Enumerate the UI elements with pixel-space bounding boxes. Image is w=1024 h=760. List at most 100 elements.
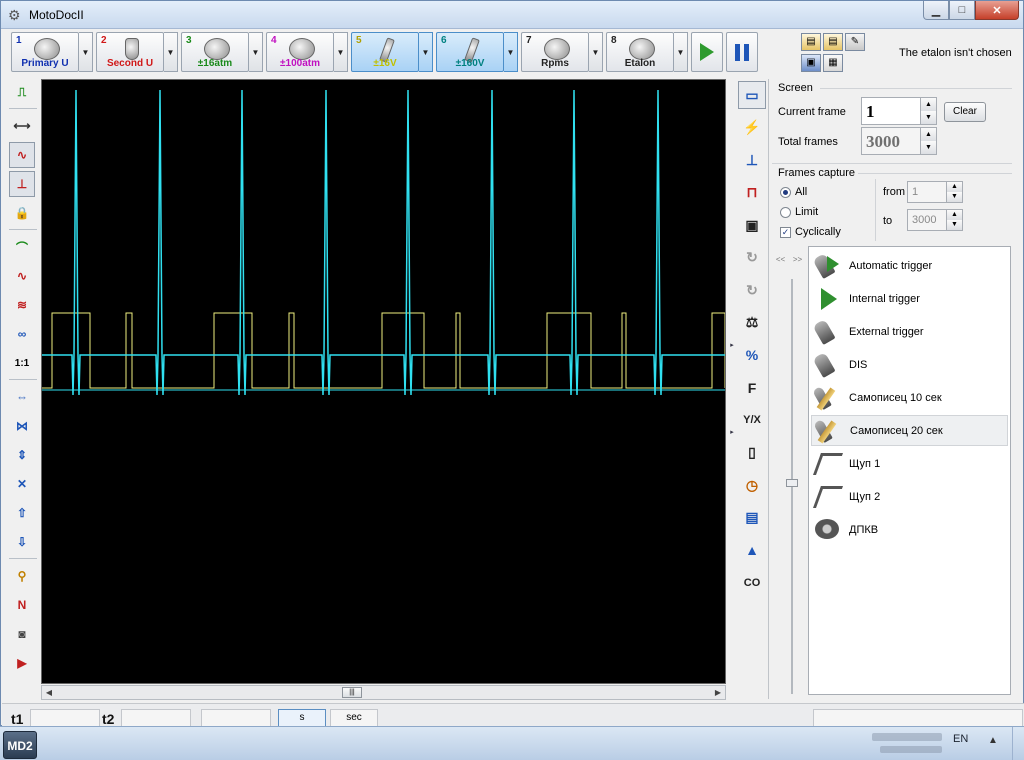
panel-collapse-handle[interactable]: ▸ ▸	[728, 341, 736, 436]
capture-limit-option[interactable]: Limit	[780, 206, 818, 218]
channel-5-button[interactable]: 5 ±16V	[351, 32, 419, 72]
channel-6-dropdown[interactable]: ▼	[504, 32, 518, 72]
zoom-icon[interactable]: ⚲	[9, 563, 35, 589]
horizontal-scrollbar[interactable]: ◀ ||| ▶	[41, 685, 726, 700]
from-spinner[interactable]: 1 ▲ ▼	[907, 181, 963, 203]
overlay-wave-icon[interactable]: ∞	[9, 321, 35, 347]
spin-down-icon[interactable]: ▼	[946, 192, 962, 202]
wrench-icon[interactable]: ✎	[845, 33, 865, 51]
multi-wave-icon[interactable]: ≋	[9, 292, 35, 318]
balance-icon[interactable]: ⚖	[738, 309, 766, 337]
open-folder-icon[interactable]: ▤	[801, 33, 821, 51]
channel-5-dropdown[interactable]: ▼	[419, 32, 433, 72]
compress-vertical-icon[interactable]: ✕	[9, 471, 35, 497]
signal-wave-icon[interactable]: ∿	[9, 142, 35, 168]
minimize-button[interactable]: ▁	[923, 1, 949, 20]
open-folder-alt-icon[interactable]: ▤	[823, 33, 843, 51]
trigger-item[interactable]: Щуп 2	[811, 481, 1008, 512]
to-value[interactable]: 3000	[912, 214, 936, 226]
oscilloscope-display[interactable]	[41, 79, 726, 684]
channel-4-dropdown[interactable]: ▼	[334, 32, 348, 72]
play-button[interactable]	[691, 32, 723, 72]
spin-up-icon[interactable]: ▲	[920, 98, 936, 111]
spin-up-icon[interactable]: ▲	[946, 210, 962, 220]
trigger-item[interactable]: Самописец 20 сек	[811, 415, 1008, 446]
waveform-icon[interactable]: ▲	[738, 536, 766, 564]
cycle-mode-icon[interactable]: ⎍	[9, 79, 35, 105]
language-indicator[interactable]: EN	[953, 733, 968, 745]
sine-wave-icon[interactable]: ∿	[9, 263, 35, 289]
clear-button[interactable]: Clear	[944, 102, 986, 122]
export-icon[interactable]: ▶	[9, 650, 35, 676]
channel-7-dropdown[interactable]: ▼	[589, 32, 603, 72]
scroll-thumb[interactable]: |||	[342, 687, 362, 698]
one-to-one-icon[interactable]: 1:1	[9, 350, 35, 376]
scroll-right-icon[interactable]: ▶	[711, 686, 725, 699]
peak-marker-icon[interactable]: ⌒	[9, 234, 35, 260]
channel-8-dropdown[interactable]: ▼	[674, 32, 688, 72]
module-icon[interactable]: ▤	[738, 504, 766, 532]
unit-s-button[interactable]: s	[278, 709, 326, 727]
expand-horizontal-icon[interactable]: ⇔	[9, 384, 35, 410]
ratio-icon[interactable]: Y/X	[738, 406, 766, 434]
channel-1-dropdown[interactable]: ▼	[79, 32, 93, 72]
scroll-left-icon[interactable]: ◀	[42, 686, 56, 699]
radio-limit[interactable]	[780, 206, 791, 218]
rotation-alt-icon[interactable]: ↻	[738, 276, 766, 304]
clock-icon[interactable]: ◷	[738, 471, 766, 499]
unit-sec-button[interactable]: sec	[330, 709, 378, 727]
pulse-icon[interactable]: ⊥	[738, 146, 766, 174]
trigger-item[interactable]: ДПКВ	[811, 514, 1008, 545]
trigger-item[interactable]: Automatic trigger	[811, 250, 1008, 281]
next-page-button[interactable]: >>	[791, 253, 804, 267]
co-icon[interactable]: CO	[738, 569, 766, 597]
channel-3-button[interactable]: 3 ±16atm	[181, 32, 249, 72]
channel-4-button[interactable]: 4 ±100atm	[266, 32, 334, 72]
from-value[interactable]: 1	[912, 186, 918, 198]
pulse-cursor-icon[interactable]: ⊥	[9, 171, 35, 197]
slider-knob[interactable]	[786, 479, 798, 487]
compress-horizontal-icon[interactable]: ⋈	[9, 413, 35, 439]
spin-down-icon[interactable]: ▼	[920, 141, 936, 154]
expand-vertical-icon[interactable]: ⇕	[9, 442, 35, 468]
tray-arrow-icon[interactable]: ▲	[988, 735, 998, 746]
spin-up-icon[interactable]: ▲	[920, 128, 936, 141]
trigger-item[interactable]: Самописец 10 сек	[811, 382, 1008, 413]
prev-page-button[interactable]: <<	[774, 253, 787, 267]
lock-icon[interactable]: 🔒	[9, 200, 35, 226]
ignition-icon[interactable]: ⚡	[738, 114, 766, 142]
cyclically-option[interactable]: ✓ Cyclically	[780, 226, 841, 238]
camera-icon[interactable]: ◙	[9, 621, 35, 647]
cyclically-checkbox[interactable]: ✓	[780, 226, 791, 238]
rotation-icon[interactable]: ↻	[738, 244, 766, 272]
maximize-button[interactable]: □	[949, 1, 975, 20]
pause-button[interactable]	[726, 32, 758, 72]
move-down-icon[interactable]: ⇩	[9, 529, 35, 555]
show-desktop-button[interactable]	[1012, 727, 1024, 760]
total-frames-spinner[interactable]: 3000 ▲ ▼	[861, 127, 937, 155]
channel-7-button[interactable]: 7 Rpms	[521, 32, 589, 72]
percent-icon[interactable]: %	[738, 341, 766, 369]
save-as-icon[interactable]: ▦	[823, 54, 843, 72]
trigger-item[interactable]: DIS	[811, 349, 1008, 380]
channel-3-dropdown[interactable]: ▼	[249, 32, 263, 72]
capture-all-option[interactable]: All	[780, 186, 807, 198]
channel-8-button[interactable]: 8 Etalon	[606, 32, 674, 72]
trigger-item[interactable]: External trigger	[811, 316, 1008, 347]
battery-icon[interactable]: ▯	[738, 439, 766, 467]
trigger-item[interactable]: Internal trigger	[811, 283, 1008, 314]
screen-icon[interactable]: ▭	[738, 81, 766, 109]
save-icon[interactable]: ▣	[801, 54, 821, 72]
spin-down-icon[interactable]: ▼	[946, 220, 962, 230]
channel-2-button[interactable]: 2 Second U	[96, 32, 164, 72]
720-degree-icon[interactable]: ⟷	[9, 113, 35, 139]
spin-down-icon[interactable]: ▼	[920, 111, 936, 124]
spin-up-icon[interactable]: ▲	[946, 182, 962, 192]
trigger-level-icon[interactable]: ⊓	[738, 179, 766, 207]
frequency-icon[interactable]: F	[738, 374, 766, 402]
channel-2-dropdown[interactable]: ▼	[164, 32, 178, 72]
trigger-level-slider[interactable]	[786, 279, 798, 694]
marker-icon[interactable]: N	[9, 592, 35, 618]
close-button[interactable]: ✕	[975, 1, 1019, 20]
trigger-item[interactable]: Щуп 1	[811, 448, 1008, 479]
